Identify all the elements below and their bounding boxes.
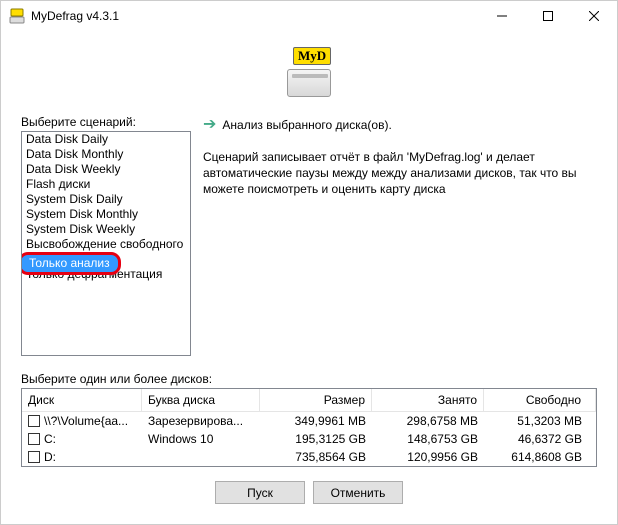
disk-checkbox[interactable] [28, 415, 40, 427]
scenario-item[interactable]: System Disk Weekly [22, 222, 190, 237]
disk-table-row[interactable]: C:Windows 10195,3125 GB148,6753 GB46,637… [22, 430, 596, 448]
scenario-label: Выберите сценарий: [21, 115, 191, 129]
disk-checkbox[interactable] [28, 433, 40, 445]
arrow-icon: ➔ [203, 117, 216, 133]
scenario-listbox[interactable]: Data Disk DailyData Disk MonthlyData Dis… [21, 131, 191, 356]
logo: MyD [21, 49, 597, 97]
scenario-item[interactable]: Только анализ [22, 252, 190, 267]
scenario-item[interactable]: Data Disk Monthly [22, 147, 190, 162]
close-button[interactable] [571, 1, 617, 31]
cancel-button[interactable]: Отменить [313, 481, 403, 504]
scenario-item[interactable]: Data Disk Daily [22, 132, 190, 147]
minimize-button[interactable] [479, 1, 525, 31]
scenario-item[interactable]: Высвобождение свободного [22, 237, 190, 252]
maximize-button[interactable] [525, 1, 571, 31]
scenario-item[interactable]: System Disk Monthly [22, 207, 190, 222]
description-header: Анализ выбранного диска(ов). [222, 118, 391, 132]
disk-table-row[interactable]: \\?\Volume{aa...Зарезервирова...349,9961… [22, 412, 596, 430]
disks-label: Выберите один или более дисков: [21, 372, 597, 386]
scenario-item[interactable]: System Disk Daily [22, 192, 190, 207]
scenario-item[interactable]: Data Disk Weekly [22, 162, 190, 177]
disk-table: Диск Буква диска Размер Занято Свободно … [21, 388, 597, 467]
window-title: MyDefrag v4.3.1 [31, 9, 479, 23]
app-icon [9, 8, 25, 24]
title-bar: MyDefrag v4.3.1 [1, 1, 617, 31]
run-button[interactable]: Пуск [215, 481, 305, 504]
scenario-item-selected-highlight: Только анализ [21, 252, 121, 275]
disk-checkbox[interactable] [28, 451, 40, 463]
disk-table-header[interactable]: Диск Буква диска Размер Занято Свободно [22, 389, 596, 412]
description-body: Сценарий записывает отчёт в файл 'MyDefr… [203, 149, 597, 198]
disk-table-row[interactable]: D:735,8564 GB120,9956 GB614,8608 GB [22, 448, 596, 466]
scenario-item[interactable]: Flash диски [22, 177, 190, 192]
